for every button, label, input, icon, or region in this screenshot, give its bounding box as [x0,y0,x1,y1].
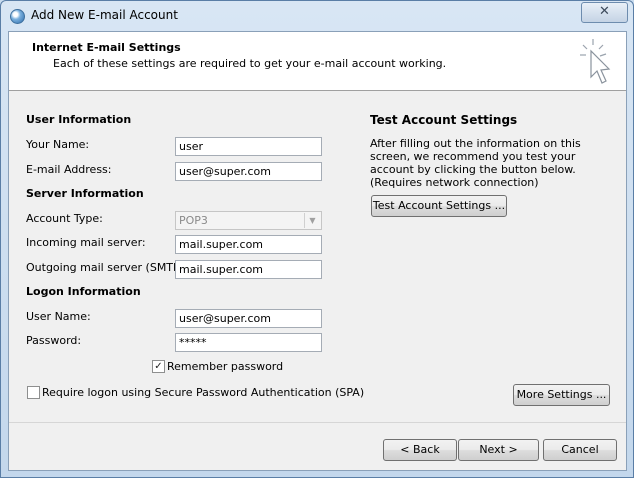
outgoing-server-input[interactable]: mail.super.com [175,260,322,279]
chevron-down-icon: ▼ [304,213,320,228]
user-name-input[interactable]: user@super.com [175,309,322,328]
password-label: Password: [26,334,82,347]
test-settings-heading: Test Account Settings [370,113,518,127]
header-title: Internet E-mail Settings [32,41,181,54]
user-name-label: User Name: [26,310,91,323]
next-button[interactable]: Next > [458,439,539,461]
remember-password-checkbox[interactable]: ✓ [152,360,165,373]
back-button[interactable]: < Back [383,439,457,461]
your-name-input[interactable]: user [175,137,322,156]
logon-info-heading: Logon Information [26,285,141,298]
email-address-input[interactable]: user@super.com [175,162,322,181]
password-input[interactable]: ***** [175,333,322,352]
incoming-server-label: Incoming mail server: [26,236,146,249]
server-info-heading: Server Information [26,187,144,200]
outgoing-server-label: Outgoing mail server (SMTP): [26,261,188,274]
dialog-content: Internet E-mail Settings Each of these s… [8,31,627,471]
add-account-window: Add New E-mail Account ✕ Internet E-mail… [0,0,634,478]
your-name-label: Your Name: [26,138,90,151]
account-type-label: Account Type: [26,212,103,225]
test-account-settings-button[interactable]: Test Account Settings ... [371,195,507,217]
spa-checkbox[interactable] [27,386,40,399]
click-cursor-icon [580,39,611,84]
close-button[interactable]: ✕ [581,2,628,23]
account-type-select: POP3 ▼ [175,211,322,230]
email-address-label: E-mail Address: [26,163,112,176]
account-type-value: POP3 [179,214,208,227]
header-description: Each of these settings are required to g… [53,57,447,70]
wizard-header: Internet E-mail Settings Each of these s… [9,32,626,91]
window-title: Add New E-mail Account [31,8,178,22]
outlook-app-icon [10,9,25,24]
user-info-heading: User Information [26,113,132,126]
incoming-server-input[interactable]: mail.super.com [175,235,322,254]
remember-password-label: Remember password [167,360,284,373]
footer-divider [9,422,626,423]
title-bar: Add New E-mail Account ✕ [1,1,633,29]
more-settings-button[interactable]: More Settings ... [513,384,610,406]
cancel-button[interactable]: Cancel [543,439,617,461]
test-settings-description: After filling out the information on thi… [370,137,581,189]
spa-label: Require logon using Secure Password Auth… [42,386,365,399]
